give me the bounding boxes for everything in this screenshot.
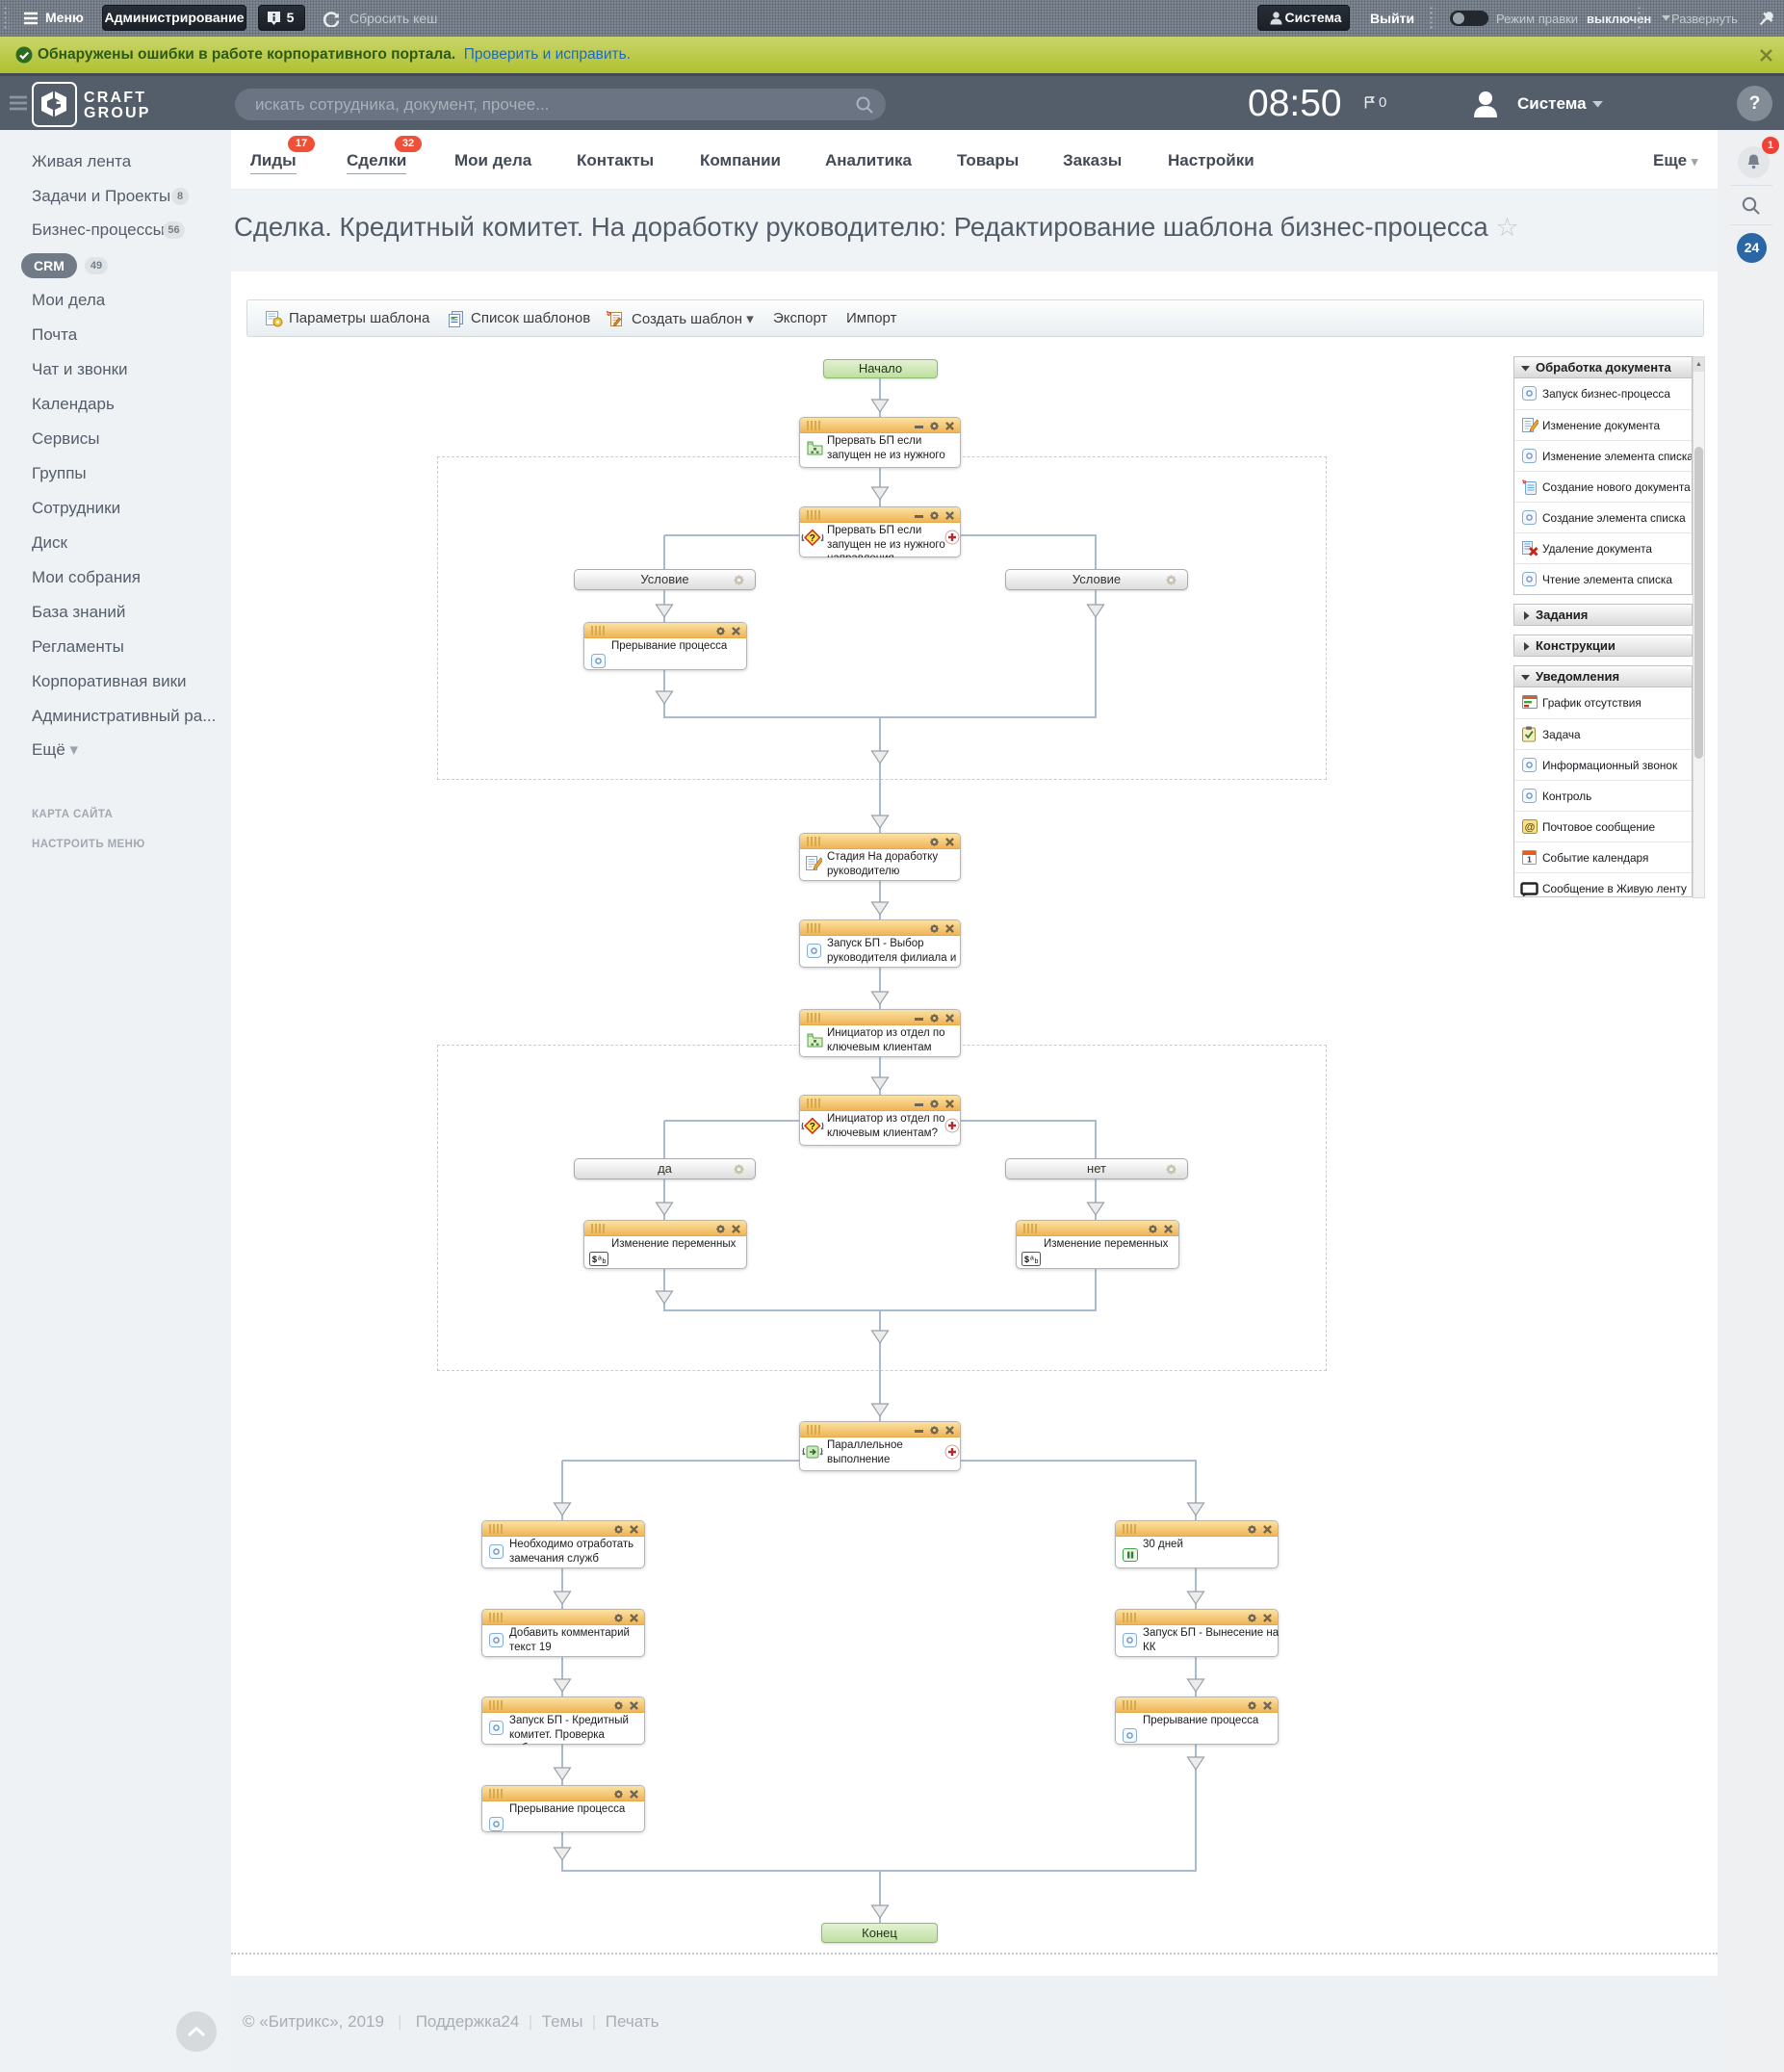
svg-text:a: a bbox=[598, 1256, 602, 1262]
svg-text:$: $ bbox=[1024, 1255, 1029, 1264]
svg-text:?: ? bbox=[810, 533, 815, 544]
svg-text:b: b bbox=[1035, 1258, 1039, 1265]
svg-text:a: a bbox=[1030, 1256, 1034, 1262]
svg-text:1: 1 bbox=[1527, 855, 1532, 865]
svg-text:b: b bbox=[603, 1258, 607, 1265]
svg-text:?: ? bbox=[810, 1122, 815, 1132]
svg-text:@: @ bbox=[1525, 822, 1536, 834]
svg-text:$: $ bbox=[592, 1255, 597, 1264]
